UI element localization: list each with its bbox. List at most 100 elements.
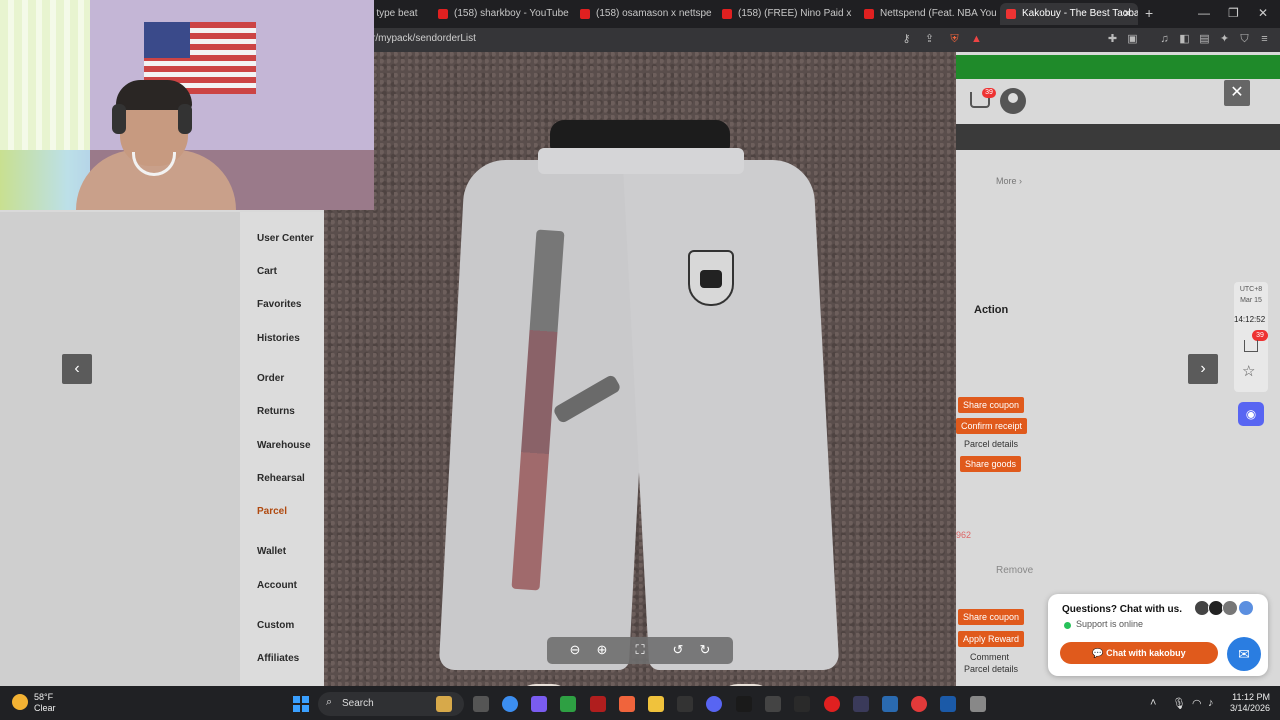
file-explorer-icon[interactable] xyxy=(648,696,664,712)
tab-4[interactable]: (158) (FREE) Nino Paid x FattM xyxy=(716,3,854,25)
chat-with-kakobuy-button[interactable]: 💬 Chat with kakobuy xyxy=(1060,642,1218,664)
chat-button-label: Chat with kakobuy xyxy=(1106,648,1186,658)
rotate-right-icon[interactable]: ↻ xyxy=(696,642,714,658)
tab-5[interactable]: Nettspend (Feat. NBA Youngb xyxy=(858,3,996,25)
tray-overflow-icon[interactable]: ˄ xyxy=(1150,697,1156,709)
search-label: Search xyxy=(342,698,374,709)
site-top-bar xyxy=(956,55,1280,79)
zoom-in-icon[interactable]: ⊕ xyxy=(593,642,611,658)
sidebar-item-favorites[interactable]: Favorites xyxy=(257,299,301,310)
taskbar-clock[interactable]: 11:12 PM 3/14/2026 xyxy=(1222,692,1270,714)
share-coupon-button-2[interactable]: Share coupon xyxy=(958,609,1025,625)
headset-cup xyxy=(178,104,192,134)
taskbar-date: 3/14/2026 xyxy=(1229,703,1270,713)
settings-icon[interactable] xyxy=(970,696,986,712)
new-tab-button[interactable]: + xyxy=(1145,5,1153,21)
volume-icon[interactable]: ♪ xyxy=(1208,697,1214,709)
discord-taskbar-icon[interactable] xyxy=(706,696,722,712)
fl-studio-icon[interactable] xyxy=(590,696,606,712)
next-image-button[interactable]: › xyxy=(1188,354,1218,384)
close-viewer-button[interactable]: ✕ xyxy=(1224,80,1250,106)
kakobuy-favicon-icon xyxy=(1006,9,1016,19)
prev-image-button[interactable]: ‹ xyxy=(62,354,92,384)
adobe-icon[interactable] xyxy=(911,696,927,712)
sidebar-item-warehouse[interactable]: Warehouse xyxy=(257,440,311,451)
sidebar-item-parcel[interactable]: Parcel xyxy=(257,506,287,517)
window-close-icon[interactable]: ✕ xyxy=(1258,6,1268,20)
xbox-icon[interactable] xyxy=(560,696,576,712)
parcel-details-link-2[interactable]: Parcel details xyxy=(964,664,1018,674)
share-coupon-button[interactable]: Share coupon xyxy=(958,397,1025,413)
url-text[interactable]: r/mypack/sendorderList xyxy=(372,33,476,44)
start-button-icon[interactable] xyxy=(293,696,309,712)
zoom-out-icon[interactable]: ⊖ xyxy=(566,642,584,658)
tab-2[interactable]: (158) sharkboy - YouTube xyxy=(432,3,570,25)
sidebar-item-account[interactable]: Account xyxy=(257,580,297,591)
brave-shield-icon[interactable]: ⛨ xyxy=(948,33,961,46)
vpn-icon[interactable]: ⛉ xyxy=(1238,33,1251,46)
capcut-icon[interactable] xyxy=(677,696,693,712)
sidebar-item-histories[interactable]: Histories xyxy=(257,333,300,344)
sidebar-item-order[interactable]: Order xyxy=(257,373,284,384)
sidebar-item-affiliates[interactable]: Affiliates xyxy=(257,653,299,664)
obs-icon[interactable] xyxy=(853,696,869,712)
mic-icon[interactable]: 🎙 xyxy=(1172,697,1186,710)
weather-moon-icon[interactable] xyxy=(12,694,28,710)
widget-time: 14:12:52 xyxy=(1234,315,1266,324)
weather-widget[interactable]: 58°F Clear xyxy=(34,692,56,714)
maximize-icon[interactable]: ❐ xyxy=(1228,6,1239,20)
tab-3-label: (158) osamason x nettspend ty xyxy=(596,8,712,19)
share-goods-button[interactable]: Share goods xyxy=(960,456,1022,472)
chrome-icon[interactable] xyxy=(502,696,518,712)
sidebar-item-returns[interactable]: Returns xyxy=(257,406,295,417)
comment-link[interactable]: Comment xyxy=(970,652,1009,662)
wifi-icon[interactable]: ◠ xyxy=(1192,697,1202,710)
user-avatar[interactable] xyxy=(1000,88,1026,114)
minimize-icon[interactable]: — xyxy=(1198,6,1210,20)
apply-reward-button[interactable]: Apply Reward xyxy=(958,631,1025,647)
media-icon[interactable]: ♫ xyxy=(1158,33,1171,46)
sidebar-item-wallet[interactable]: Wallet xyxy=(257,546,286,557)
app-icon[interactable] xyxy=(765,696,781,712)
remove-link[interactable]: Remove xyxy=(996,565,1033,576)
webcam-overlay xyxy=(0,0,374,210)
widget-cart-icon[interactable] xyxy=(1244,340,1258,352)
sidebar-item-custom[interactable]: Custom xyxy=(257,620,294,631)
rotate-left-icon[interactable]: ↺ xyxy=(669,642,687,658)
tab-6-active[interactable]: Kakobuy - The Best Taoba ✕ xyxy=(1000,3,1138,25)
rewards-icon[interactable]: ▲ xyxy=(970,33,983,46)
leo-ai-icon[interactable]: ✦ xyxy=(1218,33,1231,46)
image-viewer[interactable] xyxy=(324,52,956,686)
chat-bubble-icon[interactable]: ✉ xyxy=(1227,637,1261,671)
password-key-icon[interactable]: ⚷ xyxy=(900,33,913,46)
app-icon-2[interactable] xyxy=(794,696,810,712)
tab-close-icon[interactable]: ✕ xyxy=(1123,3,1132,25)
tab-5-label: Nettspend (Feat. NBA Youngb xyxy=(880,8,996,19)
tab-3[interactable]: (158) osamason x nettspend ty xyxy=(574,3,712,25)
menu-icon[interactable]: ≡ xyxy=(1258,33,1271,46)
task-view-icon[interactable] xyxy=(473,696,489,712)
terminal-icon[interactable] xyxy=(736,696,752,712)
more-link[interactable]: More › xyxy=(996,176,1022,186)
weather-desc: Clear xyxy=(34,703,56,713)
steam-icon[interactable] xyxy=(940,696,956,712)
discord-icon[interactable]: ◉ xyxy=(1238,402,1264,426)
share-icon[interactable]: ⇪ xyxy=(923,33,936,46)
sidebar-toggle-icon[interactable]: ◧ xyxy=(1178,33,1191,46)
sidebar-item-user-center[interactable]: User Center xyxy=(257,233,314,244)
app-icon-3[interactable] xyxy=(882,696,898,712)
opera-icon[interactable] xyxy=(824,696,840,712)
sidebar-item-cart[interactable]: Cart xyxy=(257,266,277,277)
sidebar-item-rehearsal[interactable]: Rehearsal xyxy=(257,473,305,484)
cart-badge: 39 xyxy=(982,88,996,98)
brave-icon[interactable] xyxy=(619,696,635,712)
wallet-icon[interactable]: ▤ xyxy=(1198,33,1211,46)
parcel-details-link[interactable]: Parcel details xyxy=(964,439,1018,449)
confirm-receipt-button[interactable]: Confirm receipt xyxy=(956,418,1028,434)
extensions-icon[interactable]: ✚ xyxy=(1106,33,1119,46)
screenshot-icon[interactable]: ▣ xyxy=(1126,33,1139,46)
pants-waistband xyxy=(538,148,744,174)
copilot-icon[interactable] xyxy=(531,696,547,712)
fullscreen-icon[interactable]: ⛶ xyxy=(631,642,649,658)
widget-star-icon[interactable]: ☆ xyxy=(1242,362,1255,380)
